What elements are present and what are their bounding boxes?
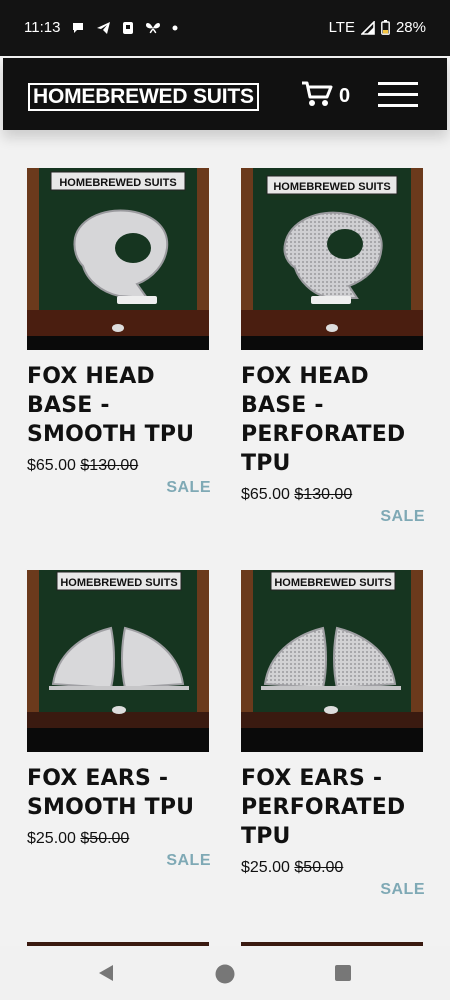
product-card[interactable]: HOMEBREWED SUITS FOX EARS - SMOOTH TPU $… xyxy=(27,570,211,870)
product-original-price: $130.00 xyxy=(80,457,139,474)
sale-badge: SALE xyxy=(380,881,425,898)
notification-dot-icon xyxy=(172,25,178,31)
photo-sign-text: HOMEBREWED SUITS xyxy=(60,577,177,589)
telegram-icon xyxy=(96,21,111,35)
product-title[interactable]: FOX EARS - PERFORATED TPU xyxy=(241,764,425,851)
photo-sign-text: HOMEBREWED SUITS xyxy=(59,177,176,189)
sale-badge: SALE xyxy=(166,479,211,496)
menu-button[interactable] xyxy=(378,82,418,108)
product-price-row: $25.00 $50.00 xyxy=(241,859,425,877)
product-price-row: $65.00 $130.00 xyxy=(241,486,425,504)
product-original-price: $50.00 xyxy=(294,859,344,876)
app-icon xyxy=(122,21,134,35)
photo-sign-text: HOMEBREWED SUITS xyxy=(274,577,391,589)
battery-icon xyxy=(381,20,390,35)
cart-count: 0 xyxy=(339,85,351,107)
sale-badge: SALE xyxy=(166,852,211,869)
product-price: $65.00 xyxy=(27,457,76,474)
product-card[interactable]: HOMEBREWED SUITS FOX HEAD BASE - SMOOTH … xyxy=(27,168,211,497)
site-logo[interactable]: HOMEBREWED SUITS xyxy=(28,83,259,111)
sale-badge: SALE xyxy=(380,508,425,525)
battery-percent: 28% xyxy=(395,19,426,36)
product-price: $65.00 xyxy=(241,486,290,503)
product-price-row: $25.00 $50.00 xyxy=(27,830,211,848)
menu-line xyxy=(378,82,418,85)
product-original-price: $130.00 xyxy=(294,486,353,503)
product-card[interactable]: HOMEBREWED SUITS FOX EARS - PERFORATED T… xyxy=(241,570,425,899)
product-original-price: $50.00 xyxy=(80,830,130,847)
photo-sign-text: HOMEBREWED SUITS xyxy=(273,181,390,193)
product-image[interactable]: HOMEBREWED SUITS xyxy=(27,570,209,752)
home-icon[interactable] xyxy=(215,964,235,989)
system-nav-bar xyxy=(0,946,450,1000)
butterfly-icon xyxy=(145,21,161,35)
product-title[interactable]: FOX HEAD BASE - SMOOTH TPU xyxy=(27,362,211,449)
network-label: LTE xyxy=(328,19,355,36)
recents-icon[interactable] xyxy=(334,964,352,987)
product-image[interactable]: HOMEBREWED SUITS xyxy=(27,168,209,350)
signal-icon xyxy=(360,20,375,35)
product-price: $25.00 xyxy=(27,830,76,847)
menu-line xyxy=(378,93,418,96)
product-price: $25.00 xyxy=(241,859,290,876)
product-image[interactable]: HOMEBREWED SUITS xyxy=(241,570,423,752)
status-bar: 11:13 LTE 28% xyxy=(0,0,450,56)
back-icon[interactable] xyxy=(97,964,115,987)
status-time: 11:13 xyxy=(24,19,61,36)
site-header: HOMEBREWED SUITS 0 xyxy=(3,58,447,130)
product-card[interactable]: HOMEBREWED SUITS FOX HEAD BASE - PERFORA… xyxy=(241,168,425,526)
cart-icon xyxy=(301,80,333,113)
product-image[interactable]: HOMEBREWED SUITS xyxy=(241,168,423,350)
product-title[interactable]: FOX HEAD BASE - PERFORATED TPU xyxy=(241,362,425,478)
cart-button[interactable]: 0 xyxy=(301,80,350,113)
menu-line xyxy=(378,104,418,107)
product-title[interactable]: FOX EARS - SMOOTH TPU xyxy=(27,764,211,822)
product-price-row: $65.00 $130.00 xyxy=(27,457,211,475)
chat-icon xyxy=(71,21,85,35)
